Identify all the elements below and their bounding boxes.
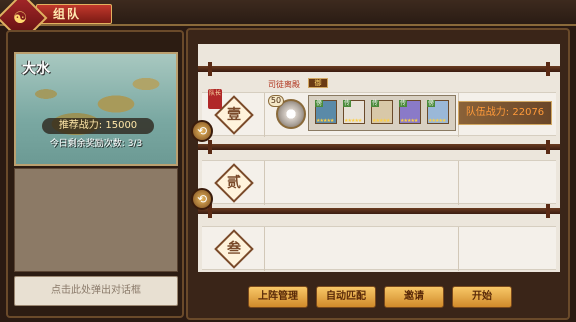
captain-tag: 队长	[208, 89, 222, 109]
swap-arrows-icon[interactable]: ⟲	[191, 188, 213, 210]
reward-count: 今日剩余奖励次数: 3/3	[49, 139, 143, 149]
star-icon: ★★★★★	[316, 118, 334, 124]
slot-number: 贰	[227, 175, 241, 191]
assign-label: 司徒离殿	[268, 80, 300, 89]
shikigami-portrait[interactable]: 传 ★★★★★	[371, 100, 393, 124]
scroll-rod	[198, 140, 560, 154]
emblem-glyph-icon: ☯	[12, 8, 28, 27]
auto-match-button[interactable]: 自动匹配	[316, 286, 376, 308]
recommended-power: 推荐战力: 15000	[42, 118, 154, 134]
shikigami-rank: 传	[371, 100, 380, 107]
shikigami-portrait[interactable]: 传 ★★★★★	[343, 100, 365, 124]
star-icon: ★★★★★	[400, 118, 418, 124]
shikigami-portrait[interactable]: 傍 ★★★★★	[427, 100, 449, 124]
top-bar: 组队	[0, 0, 576, 26]
star-icon: ★★★★★	[372, 118, 390, 124]
scroll-rod	[198, 62, 560, 76]
map-card[interactable]: 大水 推荐战力: 15000 今日剩余奖励次数: 3/3	[14, 52, 178, 166]
shikigami-rank: 傍	[427, 100, 436, 107]
star-icon: ★★★★★	[428, 118, 446, 124]
chat-area	[14, 168, 178, 272]
slot-number: 叁	[227, 241, 241, 257]
invite-button[interactable]: 邀请	[384, 286, 444, 308]
team-slot-1[interactable]: 司徒离殿 御 壹 队长 50 傍 ★★★★★ 传 ★★★★★ 传 ★★★★★ 传 ★★★…	[202, 78, 556, 137]
start-button[interactable]: 开始	[452, 286, 512, 308]
team-slot-2[interactable]: 贰	[202, 160, 556, 205]
team-power: 队伍战力: 22076	[458, 101, 552, 125]
star-icon: ★★★★★	[344, 118, 362, 124]
shikigami-portrait[interactable]: 傍 ★★★★★	[315, 100, 337, 124]
shikigami-rank: 傍	[315, 100, 324, 107]
lock-tag: 御	[308, 78, 328, 88]
lineup-manage-button[interactable]: 上阵管理	[248, 286, 308, 308]
team-panel: 司徒离殿 御 壹 队长 50 傍 ★★★★★ 传 ★★★★★ 传 ★★★★★ 传 ★★★…	[186, 28, 570, 320]
slot-number: 壹	[227, 107, 241, 123]
shikigami-rank: 传	[343, 100, 352, 107]
leader-level: 50	[268, 95, 284, 107]
shikigami-portrait[interactable]: 传 ★★★★★	[399, 100, 421, 124]
swap-arrows-icon[interactable]: ⟲	[191, 120, 213, 142]
formation-grid: 傍 ★★★★★ 传 ★★★★★ 传 ★★★★★ 传 ★★★★★ 傍 ★★★★★	[308, 95, 456, 131]
team-slot-3[interactable]: 叁	[202, 226, 556, 271]
chat-input[interactable]: 点击此处弹出对话框	[14, 276, 178, 306]
scroll-rod	[198, 204, 560, 218]
page-title: 组队	[36, 4, 112, 24]
shikigami-rank: 传	[399, 100, 408, 107]
map-name: 大水	[22, 61, 50, 77]
left-panel: 大水 推荐战力: 15000 今日剩余奖励次数: 3/3 点击此处弹出对话框	[6, 30, 184, 318]
